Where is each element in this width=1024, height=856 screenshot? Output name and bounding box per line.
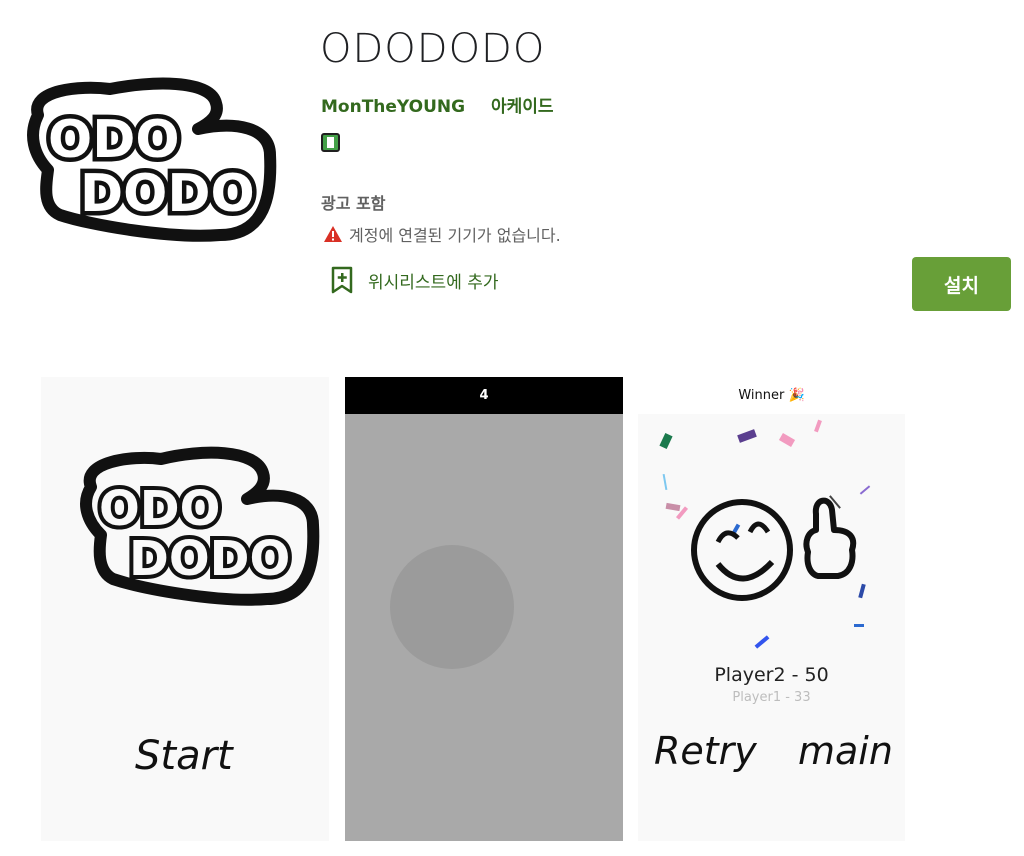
content-rating-icon (321, 133, 340, 152)
logo-text-top: ODO (48, 110, 180, 170)
start-label: Start (135, 733, 234, 779)
developer-link[interactable]: MonTheYOUNG (321, 97, 465, 117)
install-button[interactable]: 설치 (912, 257, 1011, 311)
warning-text: 계정에 연결된 기기가 없습니다. (349, 226, 561, 245)
category-link[interactable]: 아케이드 (491, 97, 554, 117)
wishlist-label: 위시리스트에 추가 (368, 272, 499, 293)
start-screen-art: ODO DODO Start (80, 446, 320, 779)
svg-text:ODO: ODO (99, 481, 220, 537)
result-panel: Retry main Player2 - 50 Player1 - 33 (638, 414, 905, 841)
winner-score: Player2 - 50 (714, 664, 829, 686)
main-button: main (798, 729, 893, 773)
device-warning: 계정에 연결된 기기가 없습니다. (323, 222, 561, 246)
bookmark-add-icon (331, 266, 353, 294)
app-icon: ODO DODO (27, 77, 277, 242)
svg-text:DODO: DODO (129, 531, 290, 587)
winner-title: Winner 🎉 (738, 388, 805, 403)
screenshot-gameplay[interactable]: 4 (345, 377, 623, 841)
screenshot-start[interactable]: ODO DODO Start (41, 377, 329, 841)
loser-score: Player1 - 33 (732, 690, 811, 705)
logo-text-bottom: DODO (80, 164, 255, 224)
countdown-bar: 4 (345, 377, 623, 414)
app-meta: MonTheYOUNG 아케이드 (321, 92, 574, 117)
wishlist-button[interactable]: 위시리스트에 추가 (330, 266, 499, 294)
screenshot-result[interactable]: Winner 🎉 Retry main Player2 - 50 Player1… (638, 377, 905, 841)
result-art: Retry main (654, 419, 893, 773)
app-title: ODODODO (320, 26, 546, 72)
retry-button: Retry (654, 729, 757, 773)
target-circle (390, 545, 514, 669)
warning-icon (324, 226, 342, 242)
ads-label: 광고 포함 (321, 194, 386, 213)
